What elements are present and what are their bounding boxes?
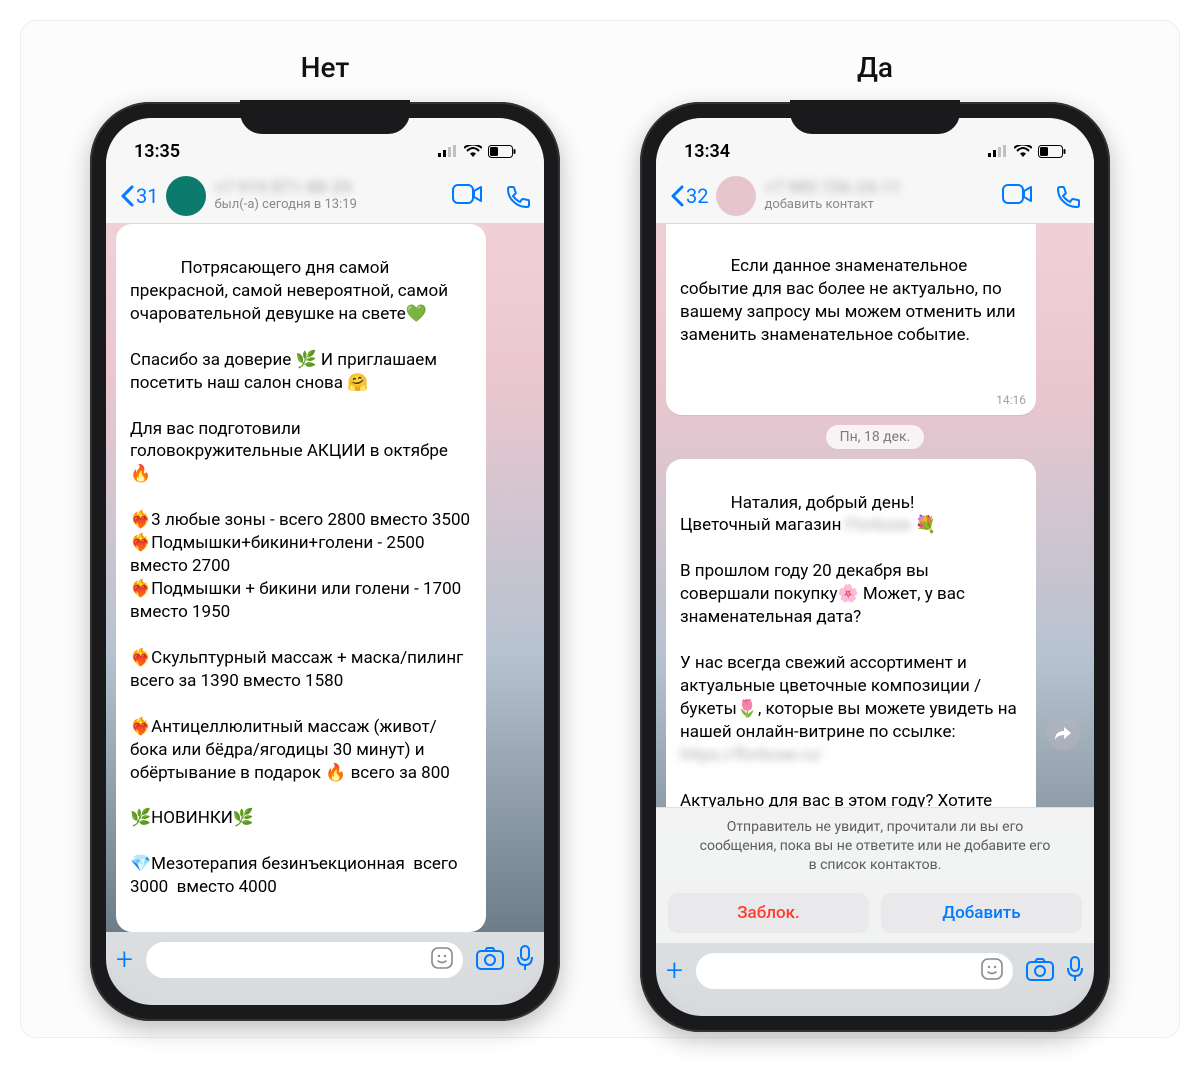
chat-title-masked: +7 919 871-88-29 xyxy=(214,179,444,198)
label-no: Нет xyxy=(301,51,350,84)
signal-icon xyxy=(438,145,458,157)
message-input[interactable] xyxy=(145,941,464,979)
sticker-icon[interactable] xyxy=(431,947,453,973)
back-count: 32 xyxy=(686,184,708,208)
wifi-icon xyxy=(464,145,482,157)
chat-subtitle: добавить контакт xyxy=(764,198,994,212)
phone-call-icon[interactable] xyxy=(506,184,530,208)
message-link-blurred: https://florboxe.ru/ xyxy=(680,745,823,765)
column-yes: Да 13:34 32 xyxy=(640,51,1110,997)
message-bubble[interactable]: Если данное знаменательное событие для в… xyxy=(666,224,1036,415)
phone-screen-left: 13:35 31 +7 919 871-88-29 бы xyxy=(106,118,544,1005)
phone-notch xyxy=(240,100,410,134)
message-input[interactable] xyxy=(695,952,1014,990)
message-bubble[interactable]: Потрясающего дня самой прекрасной, самой… xyxy=(116,224,486,932)
column-no: Нет 13:35 31 xyxy=(90,51,560,997)
date-pill: Пн, 18 дек. xyxy=(826,425,925,449)
chevron-left-icon xyxy=(670,185,684,207)
mic-icon[interactable] xyxy=(516,945,534,975)
messages-area[interactable]: Если данное знаменательное событие для в… xyxy=(656,224,1094,807)
comparison-container: Нет 13:35 31 xyxy=(20,20,1180,1038)
chat-title-block[interactable]: +7 985 726-24-11 добавить контакт xyxy=(764,179,994,212)
chat-subtitle: был(-а) сегодня в 13:19 xyxy=(214,198,444,212)
block-button[interactable]: Заблок. xyxy=(668,893,869,933)
status-time: 13:35 xyxy=(134,141,180,162)
attach-button[interactable]: + xyxy=(116,945,133,975)
back-button[interactable]: 32 xyxy=(670,184,708,208)
mic-icon[interactable] xyxy=(1066,956,1084,986)
signal-icon xyxy=(988,145,1008,157)
battery-icon xyxy=(488,145,516,158)
chevron-left-icon xyxy=(120,185,134,207)
input-bar: + xyxy=(106,932,544,1005)
forward-icon xyxy=(1054,725,1072,741)
status-icons xyxy=(988,145,1066,158)
action-row: Заблок. Добавить xyxy=(656,885,1094,943)
battery-icon xyxy=(1038,145,1066,158)
chat-header: 32 +7 985 726-24-11 добавить контакт xyxy=(656,168,1094,224)
camera-icon[interactable] xyxy=(1026,957,1054,985)
video-call-icon[interactable] xyxy=(1002,184,1032,204)
header-actions xyxy=(1002,184,1080,208)
label-yes: Да xyxy=(857,51,893,84)
message-text-blurred: Florboxe xyxy=(846,515,911,535)
back-count: 31 xyxy=(136,184,158,208)
message-text-part: 💐 В прошлом году 20 декабря вы совершали… xyxy=(680,515,1021,741)
status-time: 13:34 xyxy=(684,141,730,162)
avatar[interactable] xyxy=(166,176,206,216)
chat-title-masked: +7 985 726-24-11 xyxy=(764,179,994,198)
forward-button[interactable] xyxy=(1046,716,1080,750)
message-text-part: Актуально для вас в этом году? Хотите оф… xyxy=(680,791,1011,808)
chat-title-block[interactable]: +7 919 871-88-29 был(-а) сегодня в 13:19 xyxy=(214,179,444,212)
camera-icon[interactable] xyxy=(476,946,504,974)
avatar[interactable] xyxy=(716,176,756,216)
message-text: Если данное знаменательное событие для в… xyxy=(680,256,1020,345)
message-bubble[interactable]: Наталия, добрый день! Цветочный магазин … xyxy=(666,459,1036,808)
header-actions xyxy=(452,184,530,208)
message-text: Потрясающего дня самой прекрасной, самой… xyxy=(130,258,472,897)
status-icons xyxy=(438,145,516,158)
attach-button[interactable]: + xyxy=(666,956,683,986)
phone-screen-right: 13:34 32 +7 985 726-24-11 до xyxy=(656,118,1094,1016)
messages-area[interactable]: Потрясающего дня самой прекрасной, самой… xyxy=(106,216,544,932)
video-call-icon[interactable] xyxy=(452,184,482,204)
phone-notch xyxy=(790,100,960,134)
phone-call-icon[interactable] xyxy=(1056,184,1080,208)
privacy-banner: Отправитель не увидит, прочитали ли вы е… xyxy=(656,807,1094,885)
message-timestamp: 14:16 xyxy=(996,392,1026,408)
phone-mockup-right: 13:34 32 +7 985 726-24-11 до xyxy=(640,102,1110,1032)
add-contact-button[interactable]: Добавить xyxy=(881,893,1082,933)
phone-mockup-left: 13:35 31 +7 919 871-88-29 бы xyxy=(90,102,560,1021)
input-bar: + xyxy=(656,943,1094,1016)
sticker-icon[interactable] xyxy=(981,958,1003,984)
back-button[interactable]: 31 xyxy=(120,184,158,208)
wifi-icon xyxy=(1014,145,1032,157)
